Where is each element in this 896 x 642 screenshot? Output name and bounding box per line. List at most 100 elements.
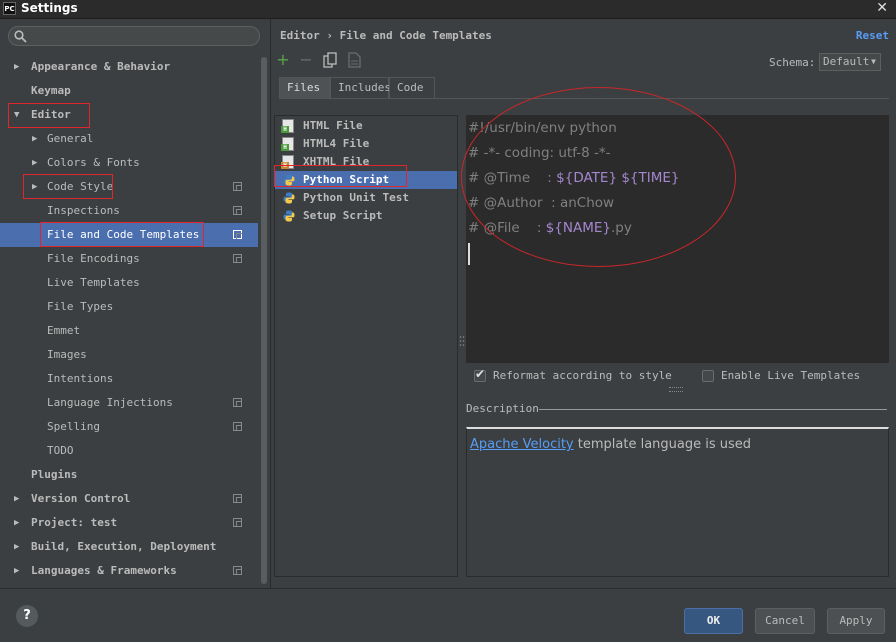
template-item[interactable]: Setup Script [275,207,457,225]
sidebar-item-label: TODO [47,444,74,457]
chevron-right-icon[interactable]: ▶ [14,559,19,583]
close-icon[interactable]: ✕ [876,0,888,16]
sidebar-item-13[interactable]: Intentions [0,367,258,391]
code-line-3-prefix: # @Time : [468,170,557,186]
reformat-checkbox[interactable]: ✔ Reformat according to style [474,367,672,384]
template-name: Python Unit Test [303,191,409,204]
search-input[interactable] [8,26,260,46]
title-bar: PC Settings ✕ [0,0,896,19]
html-file-icon: H [281,155,294,169]
sidebar-item-label: Colors & Fonts [47,156,140,169]
sidebar-item-0[interactable]: ▶ Appearance & Behavior [0,55,258,79]
apply-button[interactable]: Apply [827,608,885,634]
sidebar-item-2[interactable]: ▼ Editor [0,103,258,127]
reset-link[interactable]: Reset [856,29,889,42]
template-name: Python Script [303,173,390,186]
remove-template-button[interactable]: − [298,52,314,68]
copy-template-button[interactable] [322,52,338,68]
sidebar-item-1[interactable]: Keymap [0,79,258,103]
document-icon [347,52,361,68]
file-type-badge: H [281,162,289,169]
chevron-down-icon: ▼ [871,57,876,66]
chevron-down-icon[interactable]: ▼ [14,103,19,127]
project-scope-icon [233,518,242,527]
reset-template-button[interactable] [346,52,362,68]
sidebar-item-6[interactable]: Inspections [0,199,258,223]
template-item[interactable]: H XHTML File [275,153,457,171]
sidebar-item-5[interactable]: ▶ Code Style [0,175,258,199]
sidebar-item-15[interactable]: Spelling [0,415,258,439]
sidebar-item-label: Editor [31,108,71,121]
chevron-right-icon[interactable]: ▶ [14,55,19,79]
template-item[interactable]: H HTML File [275,117,457,135]
sidebar-item-16[interactable]: TODO [0,439,258,463]
sidebar-item-7[interactable]: File and Code Templates [0,223,258,247]
sidebar-item-label: Intentions [47,372,114,385]
sidebar-item-18[interactable]: ▶ Version Control [0,487,258,511]
sidebar-item-label: Keymap [31,84,71,97]
sidebar-item-21[interactable]: ▶ Languages & Frameworks [0,559,258,583]
sidebar-item-17[interactable]: Plugins [0,463,258,487]
sidebar-item-label: Images [47,348,87,361]
sidebar-item-label: Emmet [47,324,81,337]
sidebar-item-10[interactable]: File Types [0,295,258,319]
chevron-right-icon[interactable]: ▶ [14,535,19,559]
text-caret [468,243,470,265]
chevron-right-icon[interactable]: ▶ [32,127,37,151]
help-icon[interactable]: ? [16,605,38,627]
description-title: Description [466,402,539,415]
ok-button[interactable]: OK [684,608,743,634]
sidebar-item-3[interactable]: ▶ General [0,127,258,151]
file-type-badge: H [281,144,289,151]
schema-dropdown[interactable]: Default ▼ [819,53,881,71]
search-icon [14,30,27,43]
project-scope-icon [233,182,242,191]
sidebar-scrollbar[interactable] [260,57,268,584]
sidebar-item-20[interactable]: ▶ Build, Execution, Deployment [0,535,258,559]
sidebar-item-4[interactable]: ▶ Colors & Fonts [0,151,258,175]
sidebar-item-8[interactable]: File Encodings [0,247,258,271]
sidebar-item-11[interactable]: Emmet [0,319,258,343]
name-variable: ${NAME} [545,220,611,236]
tab-code[interactable]: Code [389,77,435,98]
add-template-button[interactable]: + [275,52,291,68]
live-templates-checkbox[interactable]: Enable Live Templates [702,369,862,384]
template-item[interactable]: H HTML4 File [275,135,457,153]
window-title: Settings [21,1,78,15]
description-body: template language is used [573,437,752,452]
sidebar-item-9[interactable]: Live Templates [0,271,258,295]
resize-handle[interactable] [669,387,683,392]
python-icon [283,210,295,222]
scrollbar-thumb[interactable] [261,57,267,584]
sidebar-item-12[interactable]: Images [0,343,258,367]
template-item[interactable]: Python Unit Test [275,189,457,207]
code-line-5-prefix: # @File : [468,220,546,236]
sidebar-item-label: Build, Execution, Deployment [31,540,217,553]
chevron-right-icon[interactable]: ▶ [14,487,19,511]
sidebar-item-label: File Encodings [47,252,140,265]
sidebar-item-14[interactable]: Language Injections [0,391,258,415]
splitter-handle[interactable] [458,115,466,577]
chevron-right-icon[interactable]: ▶ [32,151,37,175]
schema-label: Schema: [769,56,816,69]
checkbox-box[interactable] [702,370,714,382]
cancel-button[interactable]: Cancel [755,608,815,634]
tab-includes[interactable]: Includes [330,77,391,98]
sidebar-item-19[interactable]: ▶ Project: test [0,511,258,535]
template-editor[interactable]: #!/usr/bin/env python # -*- coding: utf-… [466,115,889,363]
project-scope-icon [233,254,242,263]
code-line-5: # @File : ${NAME}.py [468,216,632,241]
html-file-icon: H [281,119,294,133]
project-scope-icon [233,566,242,575]
chevron-right-icon[interactable]: ▶ [32,175,37,199]
apache-velocity-link[interactable]: Apache Velocity [470,437,574,452]
chevron-right-icon[interactable]: ▶ [14,511,19,535]
sidebar-item-label: Live Templates [47,276,140,289]
template-item[interactable]: Python Script [275,171,457,189]
code-line-4: # @Author : anChow [468,195,615,211]
sidebar-item-label: Languages & Frameworks [31,564,177,577]
tab-files[interactable]: Files [279,77,330,98]
template-name: HTML File [303,119,363,132]
checkbox-box[interactable]: ✔ [474,367,486,382]
pycharm-logo-icon: PC [3,2,16,15]
